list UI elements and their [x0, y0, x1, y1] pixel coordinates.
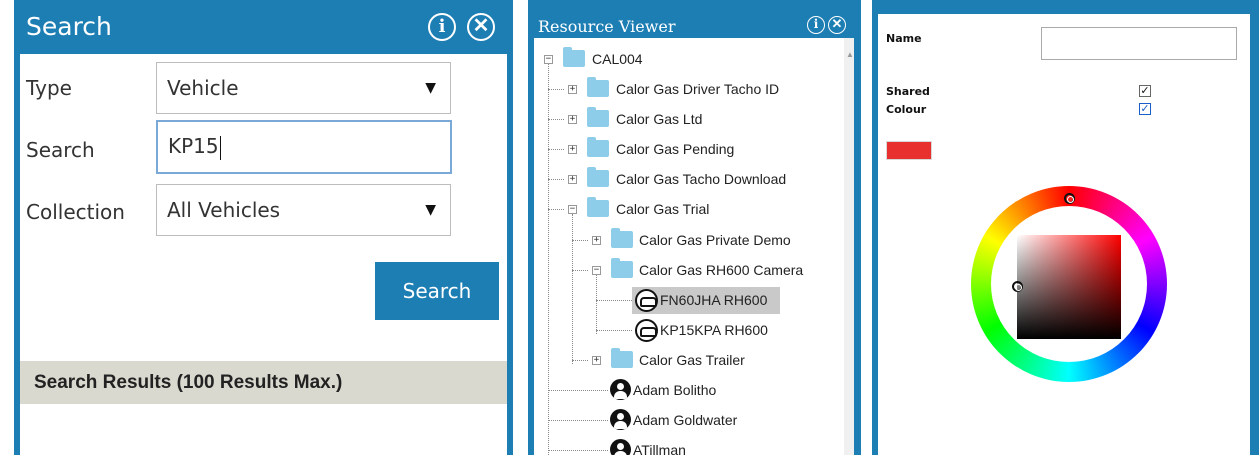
folder-icon	[587, 107, 609, 127]
tree-line	[548, 149, 564, 150]
expand-toggle[interactable]: +	[568, 175, 577, 184]
search-input-value: KP15	[168, 134, 219, 158]
name-label: Name	[886, 32, 922, 45]
search-form: Type Vehicle ▼ Search KP15 Collection Al…	[20, 54, 507, 455]
chevron-down-icon: ▼	[425, 202, 436, 218]
folder-icon	[611, 228, 633, 248]
type-label: Type	[26, 76, 72, 100]
tree-node-vehicle-2[interactable]: KP15KPA RH600	[660, 322, 768, 338]
collection-select[interactable]: All Vehicles ▼	[156, 184, 451, 236]
close-circle-icon[interactable]: ✕	[467, 13, 495, 41]
collection-select-value: All Vehicles	[167, 198, 281, 222]
colour-checkbox[interactable]: ✓	[1139, 103, 1151, 115]
folder-icon	[587, 137, 609, 157]
expand-toggle[interactable]: +	[568, 115, 577, 124]
search-panel-title: Search	[26, 12, 112, 41]
resource-tree: − CAL004 + Calor Gas Driver Tacho ID + C…	[534, 38, 851, 455]
scroll-up-arrow-icon[interactable]: ▲	[846, 50, 854, 59]
tree-node-private-demo[interactable]: Calor Gas Private Demo	[639, 232, 791, 248]
collapse-toggle[interactable]: −	[544, 55, 553, 64]
tree-line	[572, 270, 588, 271]
tree-node-root[interactable]: CAL004	[592, 51, 643, 67]
text-cursor	[219, 135, 221, 160]
tree-line	[548, 420, 608, 421]
chevron-down-icon: ▼	[425, 80, 436, 96]
tree-line	[548, 89, 564, 90]
type-select-value: Vehicle	[167, 76, 239, 100]
tree-line	[548, 390, 608, 391]
folder-icon	[611, 348, 633, 368]
tree-node-vehicle-1[interactable]: FN60JHA RH600	[660, 292, 767, 308]
saturation-value-square[interactable]	[1017, 235, 1121, 339]
tree-node-rh600-camera[interactable]: Calor Gas RH600 Camera	[639, 262, 803, 278]
resource-viewer-title: Resource Viewer	[538, 17, 676, 36]
tree-node-ltd[interactable]: Calor Gas Ltd	[616, 111, 702, 127]
person-icon	[610, 409, 631, 430]
expand-toggle[interactable]: +	[568, 85, 577, 94]
tree-node-driver-tacho[interactable]: Calor Gas Driver Tacho ID	[616, 81, 779, 97]
person-icon	[610, 379, 631, 400]
tree-node-person-1[interactable]: Adam Bolitho	[633, 382, 716, 398]
tree-node-pending[interactable]: Calor Gas Pending	[616, 141, 734, 157]
search-button[interactable]: Search	[375, 262, 499, 320]
colour-editor-form: Name Shared ✓ Colour ✓	[878, 14, 1250, 455]
info-circle-icon[interactable]: i	[807, 16, 825, 34]
expand-toggle[interactable]: +	[568, 145, 577, 154]
saturation-marker[interactable]	[1012, 281, 1023, 292]
expand-toggle[interactable]: +	[592, 236, 601, 245]
collapse-toggle[interactable]: −	[592, 266, 601, 275]
colour-label: Colour	[886, 103, 927, 116]
person-icon	[610, 439, 631, 455]
tree-node-trailer[interactable]: Calor Gas Trailer	[639, 352, 745, 368]
search-panel-header: Search i ✕	[14, 0, 513, 54]
shared-checkbox[interactable]: ✓	[1139, 85, 1151, 97]
colour-editor-panel: Name Shared ✓ Colour ✓	[872, 0, 1259, 455]
tree-line	[548, 209, 564, 210]
tree-line	[596, 274, 597, 334]
type-select[interactable]: Vehicle ▼	[156, 62, 451, 114]
search-results-header: Search Results (100 Results Max.)	[20, 361, 507, 404]
hue-marker[interactable]	[1064, 193, 1075, 204]
expand-toggle[interactable]: +	[592, 356, 601, 365]
tree-node-trial[interactable]: Calor Gas Trial	[616, 201, 709, 217]
vehicle-icon	[635, 319, 658, 342]
close-circle-icon[interactable]: ✕	[828, 16, 846, 34]
tree-line	[572, 240, 588, 241]
folder-icon	[587, 197, 609, 217]
tree-node-person-3[interactable]: ATillman	[633, 442, 686, 455]
folder-icon	[587, 77, 609, 97]
name-field[interactable]	[1041, 27, 1237, 60]
folder-icon	[611, 258, 633, 278]
search-panel: Search i ✕ Type Vehicle ▼ Search KP15 Co…	[14, 0, 513, 455]
tree-line	[596, 300, 632, 301]
collapse-toggle[interactable]: −	[568, 205, 577, 214]
colour-swatch[interactable]	[886, 141, 932, 160]
collection-label: Collection	[26, 200, 125, 224]
tree-node-tacho-download[interactable]: Calor Gas Tacho Download	[616, 171, 786, 187]
tree-line	[548, 119, 564, 120]
tree-line	[596, 330, 632, 331]
tree-line	[572, 360, 588, 361]
tree-line	[548, 179, 564, 180]
tree-node-person-2[interactable]: Adam Goldwater	[633, 412, 737, 428]
folder-icon	[587, 167, 609, 187]
folder-icon	[563, 47, 585, 67]
info-circle-icon[interactable]: i	[428, 13, 456, 41]
tree-line	[572, 214, 573, 364]
search-input[interactable]: KP15	[156, 120, 452, 174]
tree-scrollbar[interactable]	[844, 38, 854, 455]
tree-line	[548, 450, 608, 451]
resource-viewer-panel: Resource Viewer i ✕ − CAL004 + Calor Gas…	[528, 0, 861, 455]
vehicle-icon	[635, 289, 658, 312]
shared-label: Shared	[886, 85, 930, 98]
search-label: Search	[26, 138, 95, 162]
